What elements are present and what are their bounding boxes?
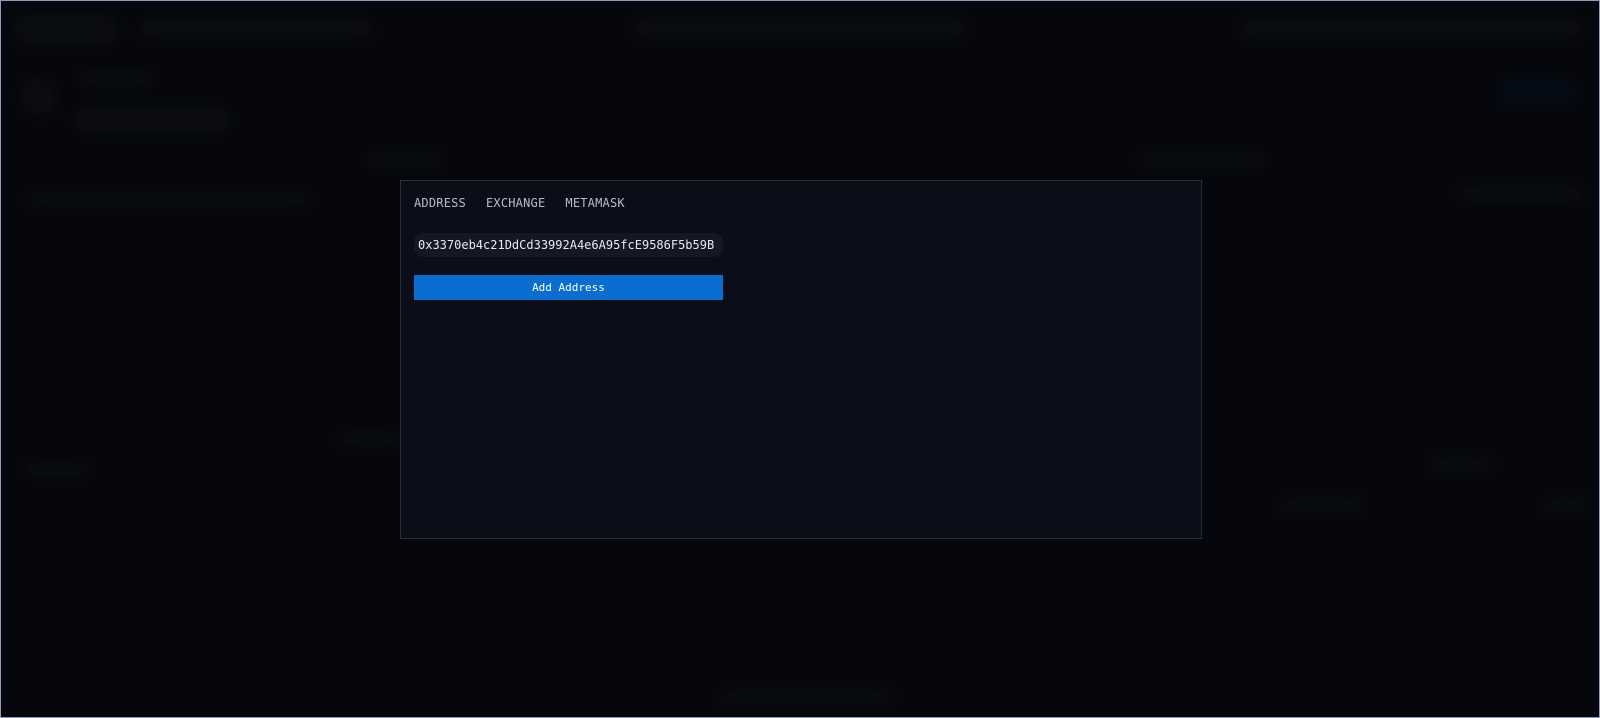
add-address-modal: ADDRESS EXCHANGE METAMASK Add Address [400, 180, 1202, 539]
tab-address[interactable]: ADDRESS [414, 196, 466, 210]
modal-tabs: ADDRESS EXCHANGE METAMASK [414, 196, 625, 210]
app-viewport: ADDRESS EXCHANGE METAMASK Add Address [1, 1, 1599, 717]
add-address-button[interactable]: Add Address [414, 275, 723, 300]
tab-exchange[interactable]: EXCHANGE [486, 196, 545, 210]
address-input[interactable] [414, 233, 723, 257]
tab-metamask[interactable]: METAMASK [565, 196, 624, 210]
